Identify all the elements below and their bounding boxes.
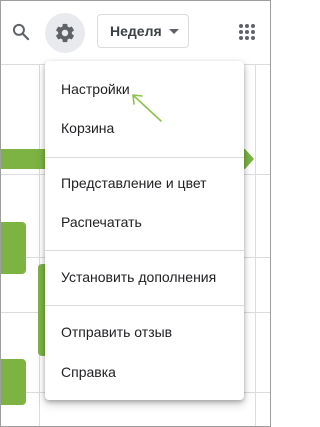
apps-grid-icon	[239, 24, 255, 40]
menu-item-label: Корзина	[61, 120, 115, 136]
menu-item-label: Справка	[61, 364, 116, 380]
menu-item-print[interactable]: Распечатать	[45, 200, 244, 244]
gear-icon	[56, 23, 74, 43]
settings-button[interactable]	[45, 13, 85, 53]
menu-item-send-feedback[interactable]: Отправить отзыв	[45, 310, 244, 354]
apps-button[interactable]	[231, 15, 263, 49]
event-continues-arrow	[245, 149, 254, 169]
calendar-event[interactable]	[1, 359, 26, 405]
menu-item-label: Установить дополнения	[61, 269, 217, 285]
menu-divider	[45, 305, 244, 306]
view-select[interactable]: Неделя	[97, 14, 189, 48]
annotation-arrow-icon	[132, 94, 162, 122]
menu-divider	[45, 157, 244, 158]
app-header: Неделя	[1, 1, 270, 65]
search-icon	[12, 23, 30, 41]
menu-item-get-addons[interactable]: Установить дополнения	[45, 255, 244, 299]
search-button[interactable]	[5, 14, 37, 50]
view-select-value: Неделя	[110, 23, 162, 39]
menu-divider	[45, 250, 244, 251]
chevron-down-icon	[169, 29, 179, 34]
day-divider	[39, 65, 40, 426]
menu-item-help[interactable]: Справка	[45, 350, 244, 394]
menu-item-label: Настройки	[61, 81, 130, 97]
menu-item-label: Отправить отзыв	[61, 324, 173, 340]
menu-item-label: Представление и цвет	[61, 175, 207, 191]
day-divider	[255, 65, 256, 426]
menu-item-label: Распечатать	[61, 214, 142, 230]
menu-item-density-color[interactable]: Представление и цвет	[45, 161, 244, 205]
calendar-event[interactable]	[1, 222, 26, 274]
calendar-window: Неделя Настройки Корзина Представление и…	[0, 0, 271, 427]
